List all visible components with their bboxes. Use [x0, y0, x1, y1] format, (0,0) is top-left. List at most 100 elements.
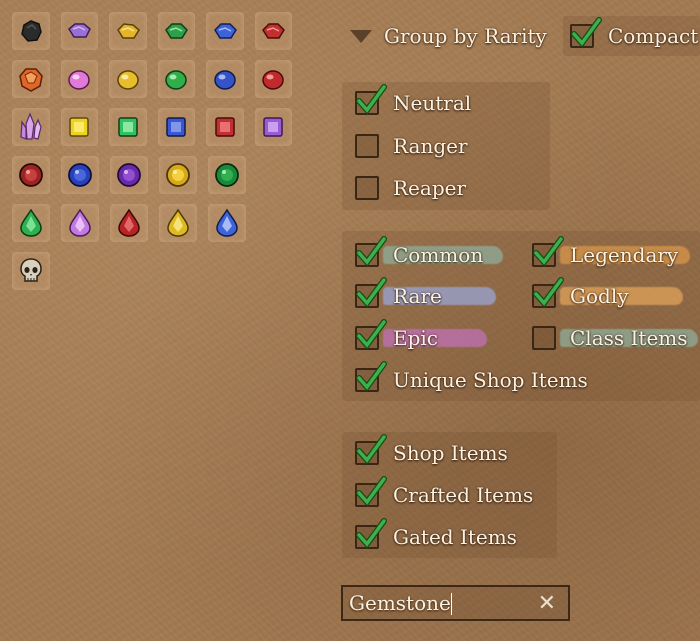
grid-row-2 [12, 60, 292, 100]
filter-rare[interactable]: Rare [355, 277, 496, 313]
checkbox-box [532, 326, 556, 350]
purple-crystal-icon [20, 112, 42, 140]
checkbox-box [570, 17, 602, 48]
filter-reaper[interactable]: Reaper [355, 171, 470, 205]
blue-gem-icon [214, 70, 236, 90]
filter-crafted-items[interactable]: Crafted Items [355, 476, 537, 512]
teardrop-pink-gem-icon [69, 208, 91, 237]
item-slot[interactable] [12, 252, 50, 290]
round-purple-gem-icon [117, 163, 141, 187]
checkbox-box [355, 236, 387, 267]
filter-label: Epic [383, 326, 487, 350]
green-gem-icon [165, 70, 187, 90]
item-slot[interactable] [60, 60, 98, 98]
checkbox-box [355, 277, 387, 308]
item-slot[interactable] [254, 108, 292, 146]
square-green-gem-icon [118, 117, 138, 137]
yellow-gem-icon [117, 70, 139, 90]
square-purple-gem-icon [263, 117, 283, 137]
filter-label: Crafted Items [393, 483, 534, 507]
compact-label: Compact [608, 24, 699, 48]
rough-purple-gem-icon [68, 23, 92, 38]
item-slot[interactable] [206, 60, 244, 98]
item-slot[interactable] [110, 204, 148, 242]
checkmark-icon [356, 518, 387, 549]
item-slot[interactable] [12, 60, 50, 98]
square-yellow-gem-icon [69, 117, 89, 137]
item-slot[interactable] [208, 156, 246, 194]
grid-row-4 [12, 156, 292, 196]
item-slot[interactable] [12, 108, 50, 146]
filter-label: Rare [383, 284, 496, 308]
checkbox-box [355, 319, 387, 350]
checkmark-icon [356, 434, 387, 465]
pink-gem-icon [68, 70, 90, 90]
checkmark-icon [356, 476, 387, 507]
item-slot[interactable] [206, 12, 244, 50]
filter-shop-items[interactable]: Shop Items [355, 434, 512, 470]
square-red-gem-icon [215, 117, 235, 137]
item-slot[interactable] [109, 12, 147, 50]
item-slot[interactable] [157, 60, 195, 98]
round-yellow-gem-icon [166, 163, 190, 187]
round-red-gem-icon [19, 163, 43, 187]
teardrop-yellow-gem-icon [167, 208, 189, 237]
orange-gem-icon [18, 68, 43, 92]
checkbox-box [355, 176, 379, 200]
red-gem-icon [262, 70, 284, 90]
checkbox-box [532, 236, 564, 267]
filter-label: Unique Shop Items [393, 368, 588, 392]
filter-common[interactable]: Common [355, 236, 504, 272]
item-slot[interactable] [159, 156, 197, 194]
search-input[interactable]: Gemstone [343, 591, 538, 616]
item-slot[interactable] [12, 12, 50, 50]
item-slot[interactable] [157, 12, 195, 50]
compact-checkbox[interactable]: Compact [570, 17, 700, 53]
item-slot[interactable] [254, 12, 292, 50]
search-field[interactable]: Gemstone ✕ [341, 585, 570, 621]
item-slot[interactable] [254, 60, 292, 98]
filter-label: Reaper [393, 176, 467, 200]
filter-label: Godly [560, 284, 683, 308]
round-blue-gem-icon [68, 163, 92, 187]
checkmark-icon [356, 84, 387, 115]
filter-gated-items[interactable]: Gated Items [355, 518, 521, 554]
item-grid [12, 12, 292, 300]
item-slot[interactable] [109, 108, 147, 146]
grid-row-1 [12, 12, 292, 52]
item-slot[interactable] [60, 12, 98, 50]
rough-black-gem-icon [20, 20, 42, 42]
group-by-rarity-toggle[interactable]: Group by Rarity [350, 19, 551, 53]
filter-neutral[interactable]: Neutral [355, 84, 475, 120]
filter-label: Gated Items [393, 525, 517, 549]
grid-row-3 [12, 108, 292, 148]
item-slot[interactable] [12, 156, 50, 194]
item-slot[interactable] [208, 204, 246, 242]
filter-epic[interactable]: Epic [355, 319, 487, 355]
rough-green-gem-icon [165, 23, 189, 39]
filter-class-items[interactable]: Class Items [532, 321, 698, 355]
filter-ranger[interactable]: Ranger [355, 129, 472, 163]
item-slot[interactable] [61, 156, 99, 194]
filter-unique-shop-items[interactable]: Unique Shop Items [355, 361, 592, 397]
filter-label: Ranger [393, 134, 468, 158]
filter-label: Shop Items [393, 441, 508, 465]
item-slot[interactable] [60, 108, 98, 146]
item-slot[interactable] [110, 156, 148, 194]
filter-legendary[interactable]: Legendary [532, 236, 691, 272]
group-by-rarity-label: Group by Rarity [384, 24, 547, 48]
item-slot[interactable] [109, 60, 147, 98]
checkmark-icon [571, 17, 602, 48]
filter-godly[interactable]: Godly [532, 277, 683, 313]
filter-label: Common [383, 243, 504, 267]
item-slot[interactable] [12, 204, 50, 242]
triangle-down-icon [350, 29, 372, 43]
item-slot[interactable] [159, 204, 197, 242]
item-slot[interactable] [157, 108, 195, 146]
filter-label: Neutral [393, 91, 472, 115]
checkbox-box [355, 84, 387, 115]
grid-row-6 [12, 252, 292, 292]
clear-search-icon[interactable]: ✕ [538, 591, 556, 616]
item-slot[interactable] [61, 204, 99, 242]
item-slot[interactable] [206, 108, 244, 146]
